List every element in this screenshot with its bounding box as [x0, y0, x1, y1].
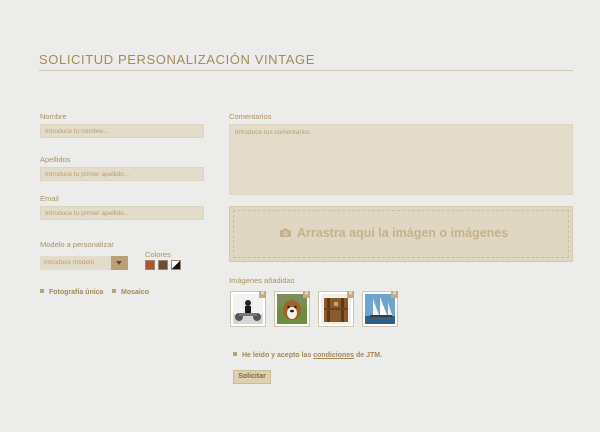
imagenes-label: Imágenes añadidas	[229, 276, 295, 285]
comentarios-textarea[interactable]: Introduce tus comentarios	[229, 124, 573, 195]
conditions-link[interactable]: condiciones	[313, 352, 354, 359]
terms-suffix: de JTM.	[356, 352, 383, 359]
checkbox-square	[233, 352, 237, 357]
modelo-dropdown-button[interactable]	[111, 256, 128, 270]
page-title: SOLICITUD PERSONALIZACIÓN VINTAGE	[39, 52, 315, 67]
terms-prefix: He leido y acepto las	[242, 352, 312, 359]
apellidos-label: Apellidos	[40, 155, 71, 164]
title-divider	[39, 70, 573, 71]
submit-button[interactable]: Solicitar	[233, 370, 271, 384]
colores-label: Colores	[145, 250, 171, 259]
apellidos-field[interactable]: Introduce tu primer apellido...	[40, 167, 204, 181]
nombre-label: Nombre	[40, 112, 67, 121]
bulldog-photo	[277, 294, 307, 324]
option-label: Fotografía única	[49, 289, 104, 296]
modelo-select[interactable]: Introduce modelo	[40, 256, 112, 270]
leather-bag-photo	[321, 294, 351, 324]
close-icon[interactable]: ✕	[391, 291, 398, 298]
terms-checkbox[interactable]: He leido y acepto las condiciones de JTM…	[233, 352, 382, 359]
comentarios-label: Comentarios	[229, 112, 272, 121]
nombre-field[interactable]: Introduce tu nombre...	[40, 124, 204, 138]
close-icon[interactable]: ✕	[259, 291, 266, 298]
thumbnail-leather-bag[interactable]: ✕	[318, 291, 354, 327]
email-label: Email	[40, 194, 59, 203]
color-swatch-rust[interactable]	[145, 260, 155, 270]
sailing-ship-photo	[365, 294, 395, 324]
thumbnail-bulldog[interactable]: ✕	[274, 291, 310, 327]
color-swatch-black-white[interactable]	[171, 260, 181, 270]
checkbox-square	[40, 289, 44, 294]
modelo-label: Modelo a personalizar	[40, 240, 114, 249]
dropzone-text: Arrastra aqui la imágen o imágenes	[297, 226, 509, 240]
motorcycle-photo	[233, 294, 263, 324]
option-label: Mosaico	[121, 289, 150, 296]
camera-icon	[280, 228, 291, 237]
close-icon[interactable]: ✕	[347, 291, 354, 298]
thumbnail-motorcycle[interactable]: ✕	[230, 291, 266, 327]
color-swatch-brown[interactable]	[158, 260, 168, 270]
option-mosaico[interactable]: Mosaico	[112, 289, 149, 296]
email-field[interactable]: Introduce tu primer apellido...	[40, 206, 204, 220]
option-fotografia-unica[interactable]: Fotografía única	[40, 289, 103, 296]
checkbox-square	[112, 289, 116, 294]
thumbnail-sailing-ship[interactable]: ✕	[362, 291, 398, 327]
close-icon[interactable]: ✕	[303, 291, 310, 298]
